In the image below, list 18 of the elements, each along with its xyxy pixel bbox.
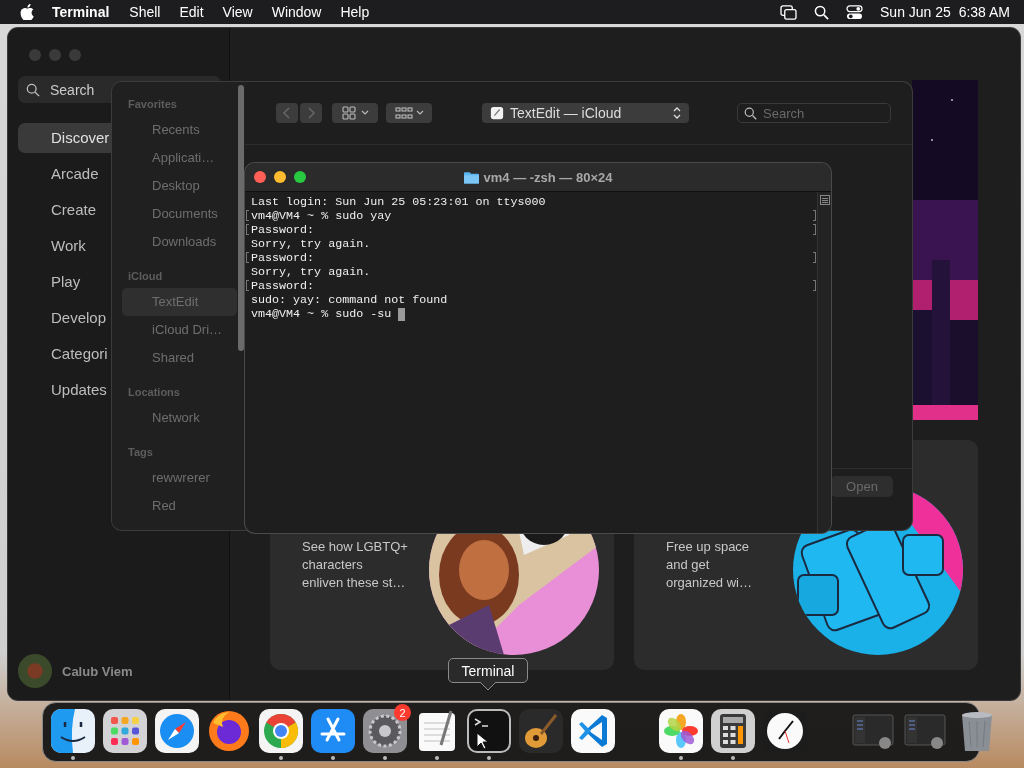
section-heading: Locations [127,385,181,400]
section-heading: Tags [127,445,154,460]
card-text: Free up space and get organized wi… [666,538,752,592]
terminal-line: Last login: Sun Jun 25 05:23:01 on ttys000 [251,195,546,209]
terminal-line: Sorry, try again. [251,237,371,251]
card-text: See how LGBTQ+ characters enliven these st… [302,538,408,592]
terminal-line: vm4@VM4 ~ % sudo yay [251,209,392,223]
terminal-line: vm4@VM4 ~ % sudo -su [251,307,393,321]
terminal-line: Password: [251,251,315,265]
section-heading: Favorites [127,97,178,112]
terminal-line: Sorry, try again. [251,265,371,279]
user-name: Calub Viem [62,663,133,679]
terminal-line: sudo: yay: command not found [251,293,448,307]
notification-badge: 2 [394,704,411,721]
section-heading: iCloud [127,269,164,284]
terminal-line: Password: [251,223,315,237]
terminal-line: Password: [251,279,315,293]
window-title: vm4 — -zsh — 80×24 [483,169,613,185]
